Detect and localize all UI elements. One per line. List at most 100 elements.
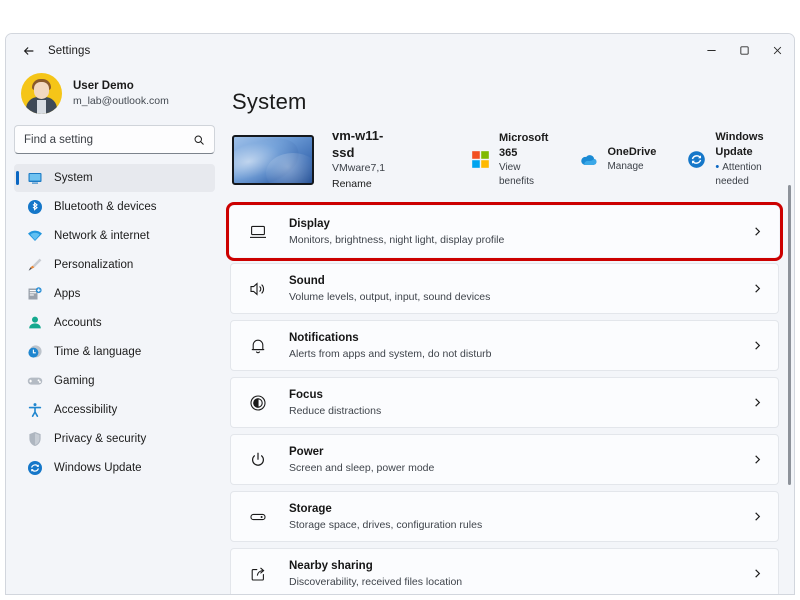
minimize-button[interactable] — [695, 34, 728, 67]
quick-link-subtitle: Manage — [607, 161, 644, 172]
chevron-right-icon — [752, 340, 764, 351]
bell-icon — [248, 336, 268, 356]
settings-row-notifications[interactable]: Notifications Alerts from apps and syste… — [230, 320, 779, 371]
settings-row-focus[interactable]: Focus Reduce distractions — [230, 377, 779, 428]
bluetooth-icon — [27, 199, 43, 215]
search-input[interactable] — [24, 133, 193, 146]
settings-row-desc: Discoverability, received files location — [289, 575, 463, 588]
power-icon — [248, 450, 268, 470]
settings-row-storage[interactable]: Storage Storage space, drives, configura… — [230, 491, 779, 542]
settings-row-sound[interactable]: Sound Volume levels, output, input, soun… — [230, 263, 779, 314]
user-name: User Demo — [73, 80, 134, 92]
sidebar-item-network-internet[interactable]: Network & internet — [14, 222, 215, 250]
quick-link-subtitle: View benefits — [498, 161, 534, 187]
nearby-share-icon — [248, 564, 268, 584]
page-title: System — [232, 89, 307, 114]
sidebar-item-accounts[interactable]: Accounts — [14, 309, 215, 337]
quick-link-title: Windows Update — [715, 131, 764, 158]
user-email: m_lab@outlook.com — [73, 95, 169, 107]
quick-link-title: Microsoft 365 — [498, 131, 549, 159]
sidebar-item-accessibility[interactable]: Accessibility — [14, 396, 215, 424]
chevron-right-icon — [752, 511, 764, 522]
shield-icon — [27, 431, 43, 447]
sidebar-item-windows-update[interactable]: Windows Update — [14, 454, 215, 482]
speaker-icon — [248, 279, 268, 299]
maximize-icon — [740, 46, 749, 55]
gamepad-icon — [27, 373, 43, 389]
sidebar-item-label: Network & internet — [54, 230, 150, 242]
sidebar-item-label: Gaming — [54, 375, 95, 387]
close-button[interactable] — [761, 34, 794, 67]
sidebar-nav: System Bluetooth & devices Network & int… — [14, 164, 215, 482]
chevron-right-icon — [752, 226, 764, 237]
main-content: System vm-w11-ssd VMware7,1 Rename Micro… — [223, 67, 794, 594]
settings-row-title: Display — [289, 217, 330, 230]
sidebar-item-privacy-security[interactable]: Privacy & security — [14, 425, 215, 453]
wifi-icon — [27, 228, 43, 244]
quick-link-onedrive[interactable]: OneDrive Manage — [578, 145, 686, 174]
sidebar-item-system[interactable]: System — [14, 164, 215, 192]
sidebar-item-label: System — [54, 172, 93, 184]
device-model: VMware7,1 — [332, 162, 386, 174]
settings-row-title: Power — [289, 445, 324, 458]
wallpaper-thumbnail — [232, 134, 314, 185]
back-arrow-icon — [23, 46, 34, 55]
quick-link-title: OneDrive — [607, 146, 657, 158]
content-scrollbar[interactable] — [788, 185, 791, 485]
accessibility-icon — [27, 402, 43, 418]
quick-link-windows-update[interactable]: Windows Update Attention needed — [686, 130, 794, 189]
search-box[interactable] — [14, 125, 215, 154]
user-profile[interactable]: User Demo m_lab@outlook.com — [14, 67, 215, 123]
device-name: vm-w11-ssd — [332, 128, 384, 160]
settings-rows: Display Monitors, brightness, night ligh… — [226, 202, 794, 594]
microsoft-logo-icon — [470, 149, 491, 170]
settings-row-power[interactable]: Power Screen and sleep, power mode — [230, 434, 779, 485]
quick-link-subtitle: Attention needed — [715, 160, 764, 189]
settings-row-display[interactable]: Display Monitors, brightness, night ligh… — [226, 202, 783, 261]
maximize-button[interactable] — [728, 34, 761, 67]
settings-row-desc: Reduce distractions — [289, 404, 382, 417]
update-icon — [686, 149, 707, 170]
settings-row-nearby-sharing[interactable]: Nearby sharing Discoverability, received… — [230, 548, 779, 594]
settings-row-title: Nearby sharing — [289, 559, 373, 572]
settings-row-desc: Screen and sleep, power mode — [289, 461, 435, 474]
settings-row-desc: Monitors, brightness, night light, displ… — [289, 233, 505, 246]
settings-row-desc: Storage space, drives, configuration rul… — [289, 518, 483, 531]
sidebar-item-label: Time & language — [54, 346, 142, 358]
quick-link-microsoft-365[interactable]: Microsoft 365 View benefits — [470, 131, 579, 189]
onedrive-cloud-icon — [578, 149, 599, 170]
settings-row-desc: Alerts from apps and system, do not dist… — [289, 347, 492, 360]
window-controls — [695, 34, 794, 67]
paintbrush-icon — [27, 257, 43, 273]
sidebar-item-label: Accessibility — [54, 404, 118, 416]
sidebar-item-gaming[interactable]: Gaming — [14, 367, 215, 395]
settings-row-title: Storage — [289, 502, 332, 515]
close-icon — [773, 46, 782, 55]
settings-row-title: Sound — [289, 274, 325, 287]
device-card: vm-w11-ssd VMware7,1 Rename Microsoft 36… — [230, 115, 794, 206]
window-title: Settings — [48, 44, 91, 57]
sidebar-item-label: Accounts — [54, 317, 102, 329]
sidebar: User Demo m_lab@outlook.com System — [6, 67, 223, 594]
sidebar-item-personalization[interactable]: Personalization — [14, 251, 215, 279]
focus-icon — [248, 393, 268, 413]
sidebar-item-apps[interactable]: Apps — [14, 280, 215, 308]
apps-icon — [27, 286, 43, 302]
sidebar-item-time-language[interactable]: Time & language — [14, 338, 215, 366]
minimize-icon — [707, 50, 716, 51]
storage-icon — [248, 507, 268, 527]
settings-row-desc: Volume levels, output, input, sound devi… — [289, 290, 491, 303]
title-bar: Settings — [6, 34, 794, 67]
sidebar-item-bluetooth-devices[interactable]: Bluetooth & devices — [14, 193, 215, 221]
chevron-right-icon — [752, 568, 764, 579]
settings-row-title: Notifications — [289, 331, 359, 344]
search-icon — [194, 135, 204, 145]
back-button[interactable] — [14, 38, 44, 64]
monitor-icon — [27, 170, 43, 186]
rename-link[interactable]: Rename — [332, 177, 394, 192]
update-icon — [27, 460, 43, 476]
avatar — [21, 73, 62, 114]
chevron-right-icon — [752, 397, 764, 408]
sidebar-item-label: Privacy & security — [54, 433, 147, 445]
settings-window: Settings User Demo m_lab@outlook.com Fin… — [5, 33, 795, 595]
